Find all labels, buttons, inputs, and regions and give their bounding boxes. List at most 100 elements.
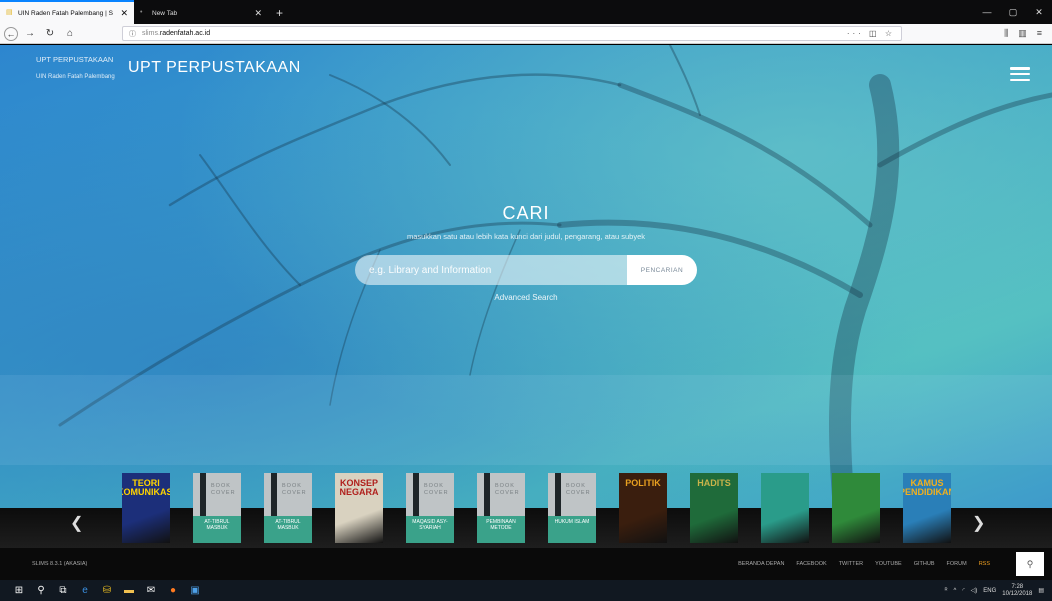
clock-date: 10/12/2018	[1002, 590, 1033, 597]
edge-icon[interactable]: e	[74, 580, 96, 601]
windows-taskbar: ⊞ ⚲ ⧉ e ⛁ ▬ ✉ ● ▣ ᴿ ^ ◜ ◁) ENG 7:28 10/1…	[0, 580, 1052, 601]
book-spine	[484, 473, 490, 518]
footer-search-icon[interactable]: ⚲	[1016, 552, 1044, 576]
book-title-band: MAQASID ASY-SYARIAH	[406, 516, 454, 543]
footer-links: BERANDA DEPAN FACEBOOK TWITTER YOUTUBE G…	[738, 561, 990, 567]
advanced-search-link[interactable]: Advanced Search	[0, 293, 1052, 302]
book-title-band: AT-TIBRUL MASBUK	[193, 516, 241, 543]
tab-new[interactable]: • New Tab ✕	[134, 2, 268, 24]
book-cover-item[interactable]: POLITIK	[619, 473, 667, 543]
clock[interactable]: 7:28 10/12/2018	[1002, 584, 1032, 598]
search-input[interactable]	[355, 255, 627, 285]
book-cover-label: BOOK COVER	[495, 483, 520, 496]
book-cover-label: BOOK COVER	[282, 483, 307, 496]
book-cover-item[interactable]: BOOK COVER AT-TIBRUL MASBUK	[264, 473, 312, 543]
app-icon[interactable]: ▣	[184, 580, 206, 601]
book-title-band: HUKUM ISLAM	[548, 516, 596, 543]
people-icon[interactable]: ᴿ	[945, 588, 948, 594]
close-icon[interactable]: ✕	[254, 8, 262, 19]
dot-icon: •	[140, 9, 143, 16]
book-title: POLITIK	[625, 478, 661, 488]
book-cover-item[interactable]: KONSEP NEGARA	[335, 473, 383, 543]
file-explorer-icon[interactable]: ▬	[118, 580, 140, 601]
book-cover-item[interactable]: BOOK COVER AT-TIBRUL MASBUK	[193, 473, 241, 543]
brand[interactable]: UPT PERPUSTAKAAN UIN Raden Fatah Palemba…	[36, 55, 115, 80]
hamburger-menu-icon[interactable]	[1010, 67, 1030, 81]
tab-title: UIN Raden Fatah Palembang | S	[18, 9, 113, 17]
book-cover-item[interactable]: TEORI KOMUNIKASI	[122, 473, 170, 543]
mail-icon[interactable]: ✉	[140, 580, 162, 601]
new-tab-button[interactable]: +	[268, 2, 291, 24]
book-cover-item[interactable]	[832, 473, 880, 543]
search-heading: CARI	[502, 203, 550, 223]
tab-active[interactable]: ▤ UIN Raden Fatah Palembang | S ✕	[0, 0, 134, 24]
language-indicator[interactable]: ENG	[983, 588, 996, 594]
footer-link-beranda[interactable]: BERANDA DEPAN	[738, 561, 784, 567]
page-actions-icon[interactable]: ··· ◫ ☆	[847, 29, 895, 38]
reload-icon[interactable]: ↻	[42, 28, 58, 39]
network-icon[interactable]: ◜	[962, 587, 964, 594]
book-spine	[200, 473, 206, 518]
navigation-bar: ← → ↻ ⌂ ⓘ slims. radenfatah.ac.id ··· ◫ ☆…	[0, 24, 1052, 44]
footer-link-rss[interactable]: RSS	[979, 561, 990, 567]
search-section: CARI masukkan satu atau lebih kata kunci…	[0, 203, 1052, 302]
url-bar[interactable]: ⓘ slims. radenfatah.ac.id ··· ◫ ☆	[122, 26, 902, 41]
forward-icon[interactable]: →	[22, 28, 38, 39]
clock-time: 7:28	[1011, 583, 1024, 590]
tray-chevron-icon[interactable]: ^	[954, 588, 957, 594]
library-icon[interactable]: ⫼	[1004, 28, 1008, 39]
store-icon[interactable]: ⛁	[96, 580, 118, 601]
footer-link-github[interactable]: GITHUB	[914, 561, 935, 567]
sidebar-icon[interactable]: ▥	[1018, 28, 1027, 39]
search-button[interactable]: PENCARIAN	[627, 255, 697, 285]
back-icon[interactable]: ←	[4, 26, 18, 41]
book-cover-item[interactable]: HADITS	[690, 473, 738, 543]
book-icon: ▤	[6, 9, 13, 16]
book-title-band: PEMBINAAN METODE	[477, 516, 525, 543]
book-cover-item[interactable]: KAMUS PENDIDIKAN	[903, 473, 951, 543]
url-domain: radenfatah.ac.id	[159, 30, 211, 37]
book-cover-item[interactable]: BOOK COVER PEMBINAAN METODE	[477, 473, 525, 543]
book-title-band: AT-TIBRUL MASBUK	[264, 516, 312, 543]
page-hero: UPT PERPUSTAKAAN UIN Raden Fatah Palemba…	[0, 45, 1052, 580]
footer-link-youtube[interactable]: YOUTUBE	[875, 561, 902, 567]
tab-title: New Tab	[152, 9, 178, 17]
book-title: MAQASID ASY-SYARIAH	[412, 519, 448, 531]
info-icon[interactable]: ⓘ	[129, 29, 136, 39]
book-title: AT-TIBRUL MASBUK	[275, 519, 301, 531]
menu-icon[interactable]: ≡	[1037, 28, 1042, 39]
close-window-icon[interactable]: ✕	[1026, 7, 1052, 18]
carousel-next-icon[interactable]: ❯	[972, 513, 985, 533]
footer-link-twitter[interactable]: TWITTER	[839, 561, 863, 567]
footer: SLIMS 8.3.1 (AKASIA) BERANDA DEPAN FACEB…	[0, 548, 1052, 580]
footer-link-facebook[interactable]: FACEBOOK	[796, 561, 826, 567]
book-spine	[413, 473, 419, 518]
book-carousel: ❮ ❯ TEORI KOMUNIKASI BOOK COVER AT-TIBRUL …	[0, 468, 1052, 548]
url-host: slims.	[142, 30, 160, 37]
close-icon[interactable]: ✕	[120, 8, 128, 19]
book-cover-item[interactable]: BOOK COVER HUKUM ISLAM	[548, 473, 596, 543]
book-spine	[555, 473, 561, 518]
site-title[interactable]: UPT PERPUSTAKAAN	[128, 59, 301, 77]
book-title: HADITS	[697, 478, 731, 488]
book-cover-label: BOOK COVER	[211, 483, 236, 496]
search-hint: masukkan satu atau lebih kata kunci dari…	[406, 232, 646, 241]
volume-icon[interactable]: ◁)	[971, 587, 978, 594]
carousel-prev-icon[interactable]: ❮	[70, 513, 83, 533]
minimize-icon[interactable]: —	[974, 7, 1000, 17]
maximize-icon[interactable]: ▢	[1000, 7, 1026, 18]
search-icon[interactable]: ⚲	[30, 580, 52, 601]
book-cover-item[interactable]: BOOK COVER MAQASID ASY-SYARIAH	[406, 473, 454, 543]
tab-bar: ▤ UIN Raden Fatah Palembang | S ✕ • New …	[0, 0, 1052, 24]
system-tray: ᴿ ^ ◜ ◁) ENG 7:28 10/12/2018 ▤	[945, 584, 1052, 598]
notification-icon[interactable]: ▤	[1038, 587, 1044, 594]
book-cover-label: BOOK COVER	[566, 483, 591, 496]
book-spine	[271, 473, 277, 518]
book-cover-item[interactable]	[761, 473, 809, 543]
home-icon[interactable]: ⌂	[62, 28, 78, 39]
task-view-icon[interactable]: ⧉	[52, 580, 74, 601]
firefox-icon[interactable]: ●	[162, 580, 184, 601]
version-label: SLIMS 8.3.1 (AKASIA)	[32, 561, 88, 567]
footer-link-forum[interactable]: FORUM	[947, 561, 967, 567]
windows-start-icon[interactable]: ⊞	[8, 580, 30, 601]
